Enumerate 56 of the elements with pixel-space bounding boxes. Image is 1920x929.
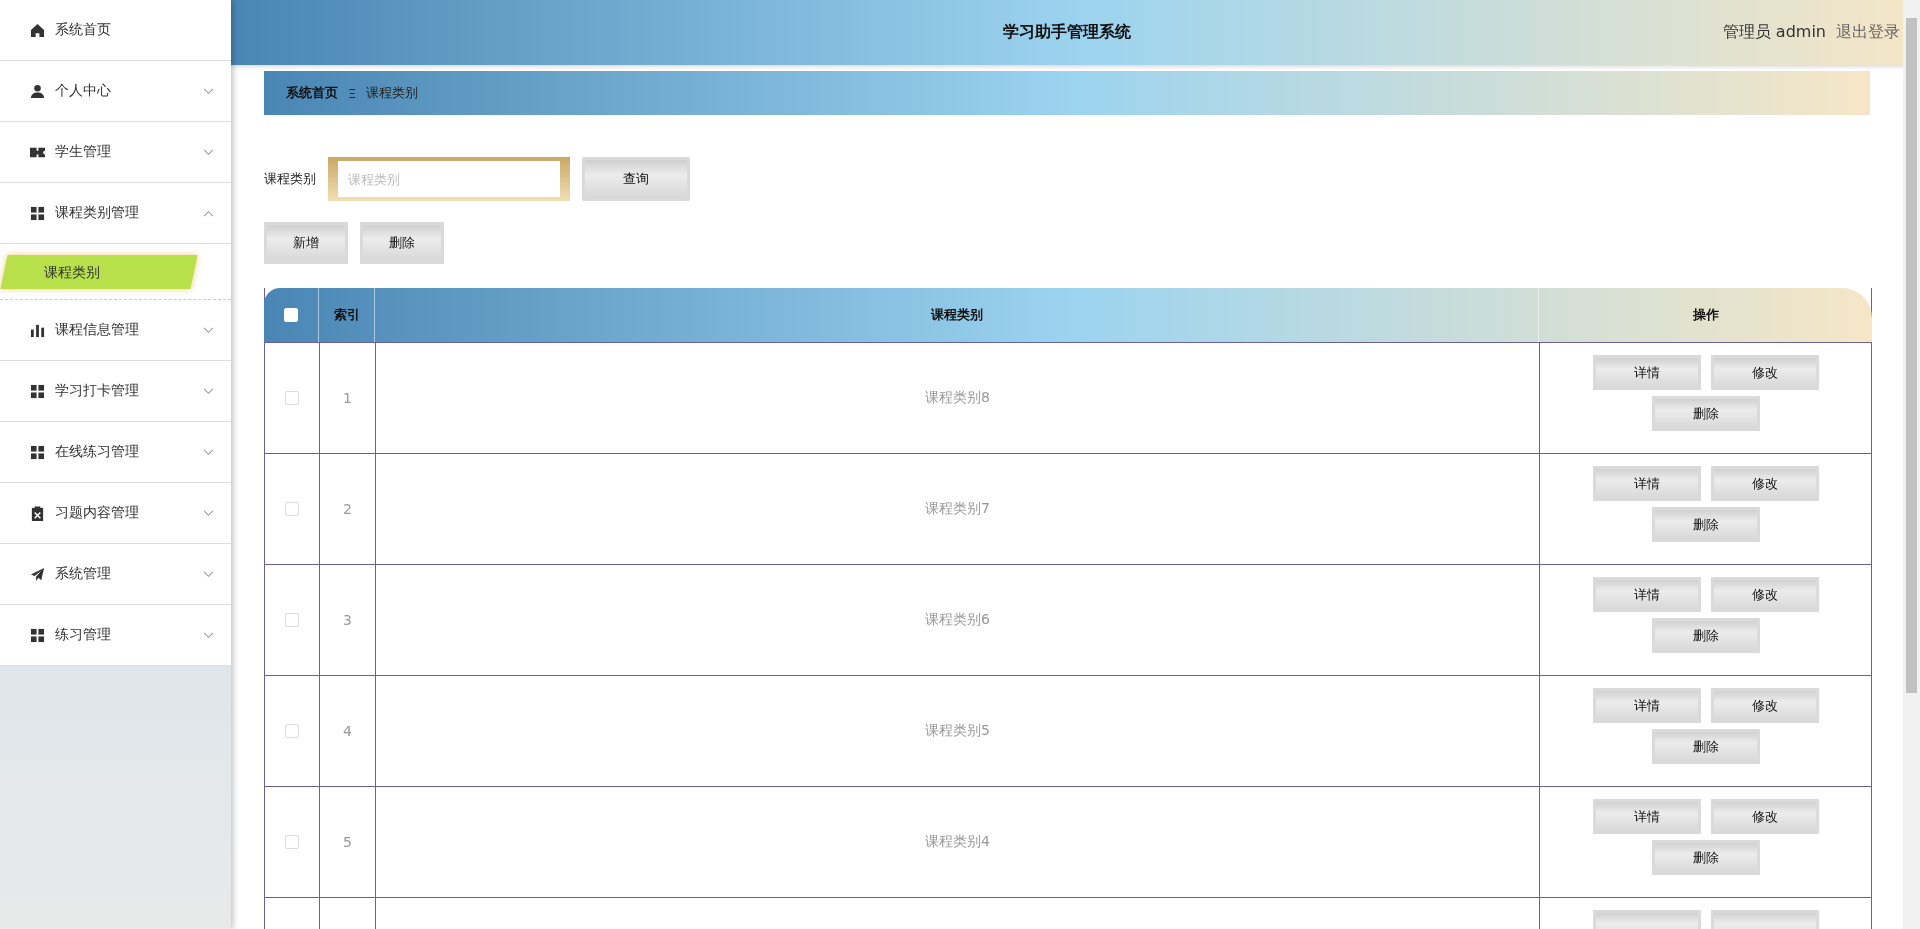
table-cell: 1 <box>343 390 352 406</box>
search-label: 课程类别 <box>264 170 316 188</box>
delete-button[interactable]: 删除 <box>1651 618 1760 653</box>
details-button[interactable]: 详情 <box>1592 577 1701 612</box>
query-button[interactable]: 查询 <box>582 157 690 201</box>
column-header: 索引 <box>333 306 360 324</box>
clipboard-icon <box>30 505 45 521</box>
row-checkbox[interactable] <box>285 613 299 627</box>
row-checkbox[interactable] <box>285 835 299 849</box>
details-button[interactable]: 详情 <box>1592 688 1701 723</box>
delete-button[interactable]: 删除 <box>1651 840 1760 875</box>
edit-button[interactable]: 修改 <box>1710 799 1819 834</box>
table-cell: 课程类别8 <box>925 389 990 407</box>
table-cell: 课程类别7 <box>925 500 990 518</box>
breadcrumb-link[interactable]: 系统首页 <box>286 84 338 102</box>
add-button[interactable]: 新增 <box>264 222 348 264</box>
details-button[interactable]: 详情 <box>1592 466 1701 501</box>
grid-icon <box>30 444 45 460</box>
table-cell: 3 <box>343 612 352 628</box>
scrollbar[interactable] <box>1903 0 1920 929</box>
row-checkbox[interactable] <box>285 391 299 405</box>
table-cell: 课程类别6 <box>925 611 990 629</box>
delete-button[interactable]: 删除 <box>1651 507 1760 542</box>
select-all-checkbox[interactable] <box>284 308 298 322</box>
logout-link[interactable]: 退出登录 <box>1836 22 1900 43</box>
grid-icon <box>30 205 45 221</box>
table-cell: 课程类别4 <box>925 833 990 851</box>
edit-button[interactable]: 修改 <box>1710 688 1819 723</box>
delete-button[interactable]: 删除 <box>1651 729 1760 764</box>
bar-chart-icon <box>30 322 45 338</box>
row-checkbox[interactable] <box>285 502 299 516</box>
grid-icon <box>30 627 45 643</box>
edit-button[interactable]: 修改 <box>1710 466 1819 501</box>
breadcrumb-separator: Ξ <box>348 85 357 101</box>
table-cell: 2 <box>343 501 352 517</box>
breadcrumb-current: 课程类别 <box>366 84 419 102</box>
table-cell: 5 <box>343 834 352 850</box>
delete-button[interactable]: 删除 <box>1651 396 1760 431</box>
details-button[interactable]: 详情 <box>1592 799 1701 834</box>
column-header: 课程类别 <box>930 306 983 324</box>
search-field[interactable]: 课程类别 <box>328 157 570 201</box>
submenu-item[interactable]: 课程类别 <box>0 254 198 289</box>
column-header: 操作 <box>1692 306 1719 324</box>
person-icon <box>30 83 45 99</box>
grid-icon <box>30 383 45 399</box>
home-icon <box>30 22 45 38</box>
table-cell: 课程类别5 <box>925 722 990 740</box>
row-checkbox[interactable] <box>285 724 299 738</box>
user-label: 管理员 admin <box>1722 22 1826 43</box>
edit-button[interactable]: 修改 <box>1710 577 1819 612</box>
edit-button[interactable]: 修改 <box>1710 355 1819 390</box>
table-cell: 4 <box>343 723 352 739</box>
system-title: 学习助手管理系统 <box>1001 22 1132 43</box>
details-button[interactable]: 详情 <box>1592 355 1701 390</box>
delete-button[interactable]: 删除 <box>360 222 444 264</box>
paper-plane-icon <box>30 566 45 582</box>
